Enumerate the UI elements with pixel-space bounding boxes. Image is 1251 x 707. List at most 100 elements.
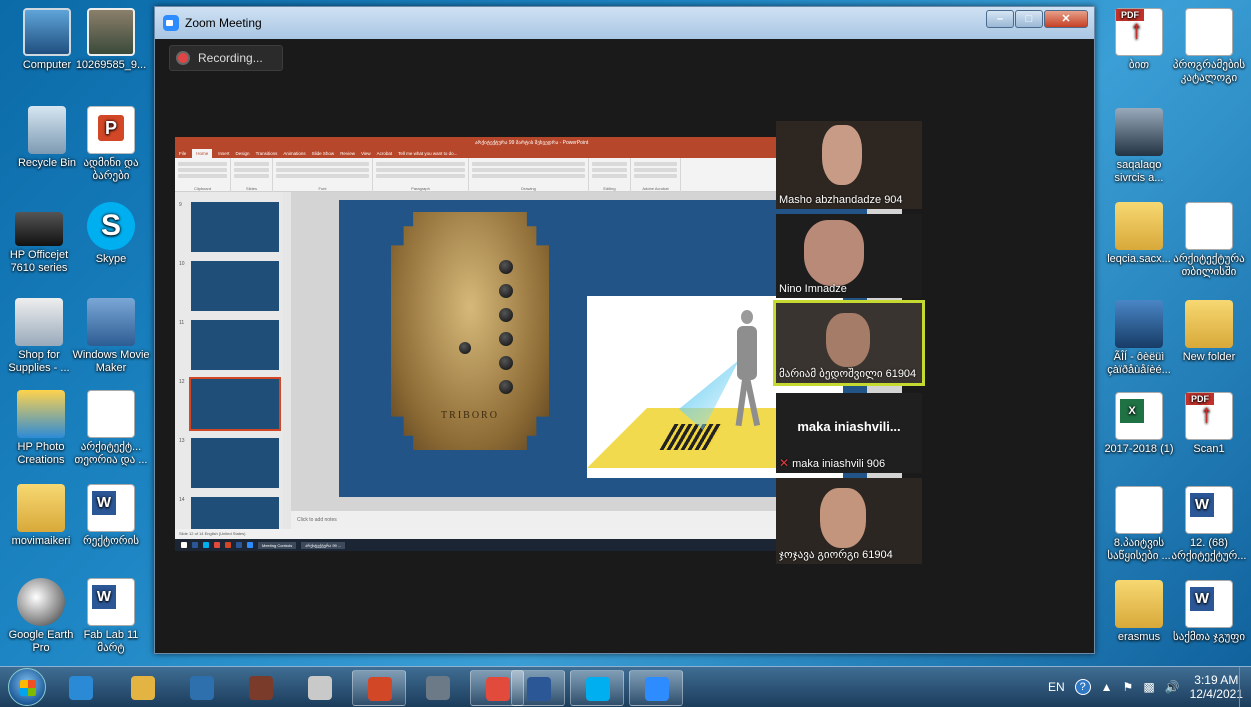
clock-date: 12/4/2021	[1189, 687, 1243, 701]
taskbar-clock[interactable]: 3:19 AM 12/4/2021	[1190, 673, 1243, 701]
desktop-icon[interactable]: ბით	[1100, 8, 1178, 72]
desktop-icon[interactable]: New folder	[1170, 300, 1248, 364]
participant-tile[interactable]: Masho abzhandadze 904	[776, 121, 922, 209]
participant-tile-avatar[interactable]: maka iniashvili... ✕ maka iniashvili 906	[776, 393, 922, 473]
taskbar-archicad-button[interactable]	[234, 670, 288, 706]
desktop-icon[interactable]: erasmus	[1100, 580, 1178, 644]
ppt-tab: Review	[340, 151, 355, 156]
slide-thumbnail[interactable]	[191, 438, 279, 488]
participant-tile[interactable]: Nino Imnadze	[776, 214, 922, 298]
desktop-icon[interactable]: საქმთა ჯგუფი	[1170, 580, 1248, 644]
desktop-icon[interactable]: HP Officejet 7610 series	[0, 202, 78, 275]
slide-thumbnail[interactable]	[191, 202, 279, 252]
desktop-icon-label: პროგრამების კატალოგი	[1172, 59, 1246, 84]
desktop-icon[interactable]: HP Photo Creations	[2, 390, 80, 467]
video-icon	[1115, 300, 1163, 348]
folder-icon	[1115, 202, 1163, 250]
desktop-icon-label: erasmus	[1117, 631, 1161, 643]
desktop-icon[interactable]: 10269585_9...	[72, 8, 150, 72]
desktop-icon[interactable]: ადმინი და ბარები	[72, 106, 150, 183]
desktop-icon[interactable]: პროგრამების კატალოგი	[1170, 8, 1248, 85]
taskbar-powerpoint-button[interactable]	[352, 670, 406, 706]
ribbon-group: Drawing	[469, 158, 589, 192]
desktop-icon[interactable]: 8.პაიტვის საწყისები ...	[1100, 486, 1178, 563]
desktop-icon-label: საქმთა ჯგუფი	[1172, 631, 1246, 643]
desktop-icon[interactable]: Windows Movie Maker	[72, 298, 150, 375]
slide-thumbnail[interactable]	[189, 377, 281, 431]
show-desktop-button[interactable]	[1239, 667, 1251, 707]
desktop-icon[interactable]: saqalaqo sivrcis a...	[1100, 108, 1178, 185]
desktop-icon-label: New folder	[1182, 351, 1236, 363]
ppt-tab: Acrobat	[376, 151, 393, 156]
taskbar-zoom-button[interactable]	[629, 670, 683, 706]
minimize-button[interactable]: –	[986, 10, 1014, 28]
pdf-icon	[1115, 8, 1163, 56]
maximize-button[interactable]: □	[1015, 10, 1043, 28]
desktop-icon-label: HP Photo Creations	[17, 441, 65, 466]
clock-time: 3:19 AM	[1194, 673, 1239, 687]
slide-thumbnail[interactable]	[191, 320, 279, 370]
zoom-title-bar[interactable]: Zoom Meeting – □ ✕	[155, 7, 1094, 39]
slide-thumbnail[interactable]	[191, 261, 279, 311]
folder-icon	[1185, 300, 1233, 348]
taskbar-word-button[interactable]	[511, 670, 565, 706]
participant-name: Masho abzhandadze 904	[779, 194, 903, 206]
desktop-icon[interactable]: 2017-2018 (1)	[1100, 392, 1178, 456]
desktop-icon-label: 2017-2018 (1)	[1104, 443, 1174, 455]
ribbon-group: Adobe Acrobat	[631, 158, 681, 192]
desktop-icon[interactable]: leqcia.sacx...	[1100, 202, 1178, 266]
ppt-tab: Tell me what you want to do...	[398, 151, 458, 156]
doc-icon	[1185, 202, 1233, 250]
skype-icon	[87, 202, 135, 250]
ppt-icon	[87, 106, 135, 154]
desktop-icon[interactable]: არქიტექტ... თეორია და ...	[72, 390, 150, 467]
language-indicator[interactable]: EN	[1048, 680, 1065, 694]
participant-video	[804, 220, 864, 286]
desktop-icon[interactable]: 12. (68) არქიტექტურ...	[1170, 486, 1248, 563]
taskbar-snipping-button[interactable]	[293, 670, 347, 706]
mic-muted-icon: ✕	[779, 456, 790, 470]
start-button[interactable]	[8, 668, 46, 706]
taskbar-printer-button[interactable]	[411, 670, 465, 706]
pdf-icon	[1185, 392, 1233, 440]
close-button[interactable]: ✕	[1044, 10, 1088, 28]
desktop-icon[interactable]: რექტორის	[72, 484, 150, 548]
avatar-display-name: maka iniashvili...	[797, 419, 901, 434]
recording-indicator[interactable]: Recording...	[169, 45, 283, 71]
ppt-tab: Transitions	[255, 151, 278, 156]
desktop-icon-label: Shop for Supplies - ...	[8, 349, 70, 374]
desktop-icon[interactable]: Skype	[72, 202, 150, 266]
network-icon[interactable]: ▩	[1143, 680, 1154, 694]
flag-icon[interactable]: ⚑	[1123, 680, 1134, 694]
tray-overflow-icon[interactable]: ▲	[1101, 680, 1113, 694]
taskbar-skype-button[interactable]	[570, 670, 624, 706]
desktop-icon-label: HP Officejet 7610 series	[9, 249, 69, 274]
word-icon	[1185, 580, 1233, 628]
desktop-icon[interactable]: ÃÎÍ - ôèëüì çàïðåùåíèé...	[1100, 300, 1178, 377]
participant-tile[interactable]: ჯოჯავა გიორგი 61904	[776, 478, 922, 564]
desktop-icon[interactable]: movimaikeri	[2, 484, 80, 548]
desktop-icon-label: 8.პაიტვის საწყისები ...	[1107, 537, 1171, 562]
taskbar-ie-button[interactable]	[54, 670, 108, 706]
desktop-icon-label: ბით	[1128, 59, 1150, 71]
word-icon	[87, 484, 135, 532]
desktop-icon[interactable]: Fab Lab 11 მარტ	[72, 578, 150, 655]
help-icon[interactable]: ?	[1074, 679, 1091, 695]
shared-app-powerpoint: არქიტექტურა 99 ...	[301, 541, 346, 549]
taskbar-media-player-button[interactable]	[175, 670, 229, 706]
desktop-icon[interactable]: არქიტექტურა თბილისში	[1170, 202, 1248, 279]
desktop-icon[interactable]: Scan1	[1170, 392, 1248, 456]
word-icon	[527, 677, 551, 701]
ppt-filename: არქიტექტურა 99 მარტის შეხვედრა - PowerPo…	[475, 140, 589, 146]
shared-app-meeting-controls: Meeting Controls	[258, 541, 297, 549]
desktop-icon[interactable]: Shop for Supplies - ...	[0, 298, 78, 375]
doc-icon	[87, 390, 135, 438]
word-icon	[1185, 486, 1233, 534]
participant-tile[interactable]: მარიამ ბედოშვილი 61904	[773, 300, 925, 386]
participant-name: ✕ maka iniashvili 906	[779, 456, 886, 470]
thumb-number: 14	[179, 497, 185, 503]
participant-name: ჯოჯავა გიორგი 61904	[779, 549, 893, 561]
volume-icon[interactable]: 🔊	[1165, 680, 1180, 694]
desktop-icon[interactable]: Google Earth Pro	[2, 578, 80, 655]
taskbar-explorer-button[interactable]	[116, 670, 170, 706]
